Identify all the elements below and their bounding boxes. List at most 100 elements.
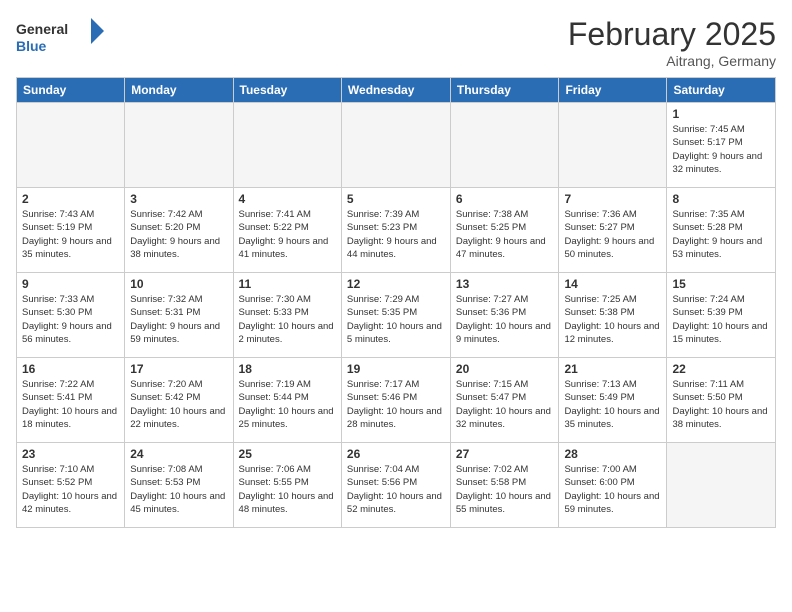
- day-number: 18: [239, 362, 336, 376]
- day-number: 21: [564, 362, 661, 376]
- day-info: Sunrise: 7:29 AM Sunset: 5:35 PM Dayligh…: [347, 293, 445, 346]
- day-number: 2: [22, 192, 119, 206]
- day-cell: 8 Sunrise: 7:35 AM Sunset: 5:28 PM Daylig…: [667, 188, 776, 273]
- day-number: 8: [672, 192, 770, 206]
- day-info: Sunrise: 7:19 AM Sunset: 5:44 PM Dayligh…: [239, 378, 336, 431]
- day-cell: [559, 103, 667, 188]
- day-cell: 4 Sunrise: 7:41 AM Sunset: 5:22 PM Daylig…: [233, 188, 341, 273]
- weekday-header-saturday: Saturday: [667, 78, 776, 103]
- day-number: 5: [347, 192, 445, 206]
- weekday-header-wednesday: Wednesday: [341, 78, 450, 103]
- day-cell: 6 Sunrise: 7:38 AM Sunset: 5:25 PM Daylig…: [450, 188, 559, 273]
- day-number: 16: [22, 362, 119, 376]
- day-cell: 22 Sunrise: 7:11 AM Sunset: 5:50 PM Dayli…: [667, 358, 776, 443]
- day-info: Sunrise: 7:00 AM Sunset: 6:00 PM Dayligh…: [564, 463, 661, 516]
- day-info: Sunrise: 7:39 AM Sunset: 5:23 PM Dayligh…: [347, 208, 445, 261]
- day-number: 7: [564, 192, 661, 206]
- calendar: SundayMondayTuesdayWednesdayThursdayFrid…: [16, 77, 776, 528]
- day-number: 13: [456, 277, 554, 291]
- day-info: Sunrise: 7:35 AM Sunset: 5:28 PM Dayligh…: [672, 208, 770, 261]
- day-info: Sunrise: 7:10 AM Sunset: 5:52 PM Dayligh…: [22, 463, 119, 516]
- day-info: Sunrise: 7:30 AM Sunset: 5:33 PM Dayligh…: [239, 293, 336, 346]
- day-info: Sunrise: 7:08 AM Sunset: 5:53 PM Dayligh…: [130, 463, 227, 516]
- title-block: February 2025 Aitrang, Germany: [568, 16, 776, 69]
- day-cell: 20 Sunrise: 7:15 AM Sunset: 5:47 PM Dayli…: [450, 358, 559, 443]
- day-info: Sunrise: 7:06 AM Sunset: 5:55 PM Dayligh…: [239, 463, 336, 516]
- day-info: Sunrise: 7:02 AM Sunset: 5:58 PM Dayligh…: [456, 463, 554, 516]
- day-cell: 21 Sunrise: 7:13 AM Sunset: 5:49 PM Dayli…: [559, 358, 667, 443]
- day-number: 20: [456, 362, 554, 376]
- day-cell: 3 Sunrise: 7:42 AM Sunset: 5:20 PM Daylig…: [125, 188, 233, 273]
- month-year: February 2025: [568, 16, 776, 53]
- day-cell: 9 Sunrise: 7:33 AM Sunset: 5:30 PM Daylig…: [17, 273, 125, 358]
- logo-svg: General Blue: [16, 16, 106, 56]
- day-info: Sunrise: 7:17 AM Sunset: 5:46 PM Dayligh…: [347, 378, 445, 431]
- day-info: Sunrise: 7:15 AM Sunset: 5:47 PM Dayligh…: [456, 378, 554, 431]
- week-row-1: 1Sunrise: 7:45 AM Sunset: 5:17 PM Daylig…: [17, 103, 776, 188]
- day-info: Sunrise: 7:11 AM Sunset: 5:50 PM Dayligh…: [672, 378, 770, 431]
- day-info: Sunrise: 7:43 AM Sunset: 5:19 PM Dayligh…: [22, 208, 119, 261]
- day-info: Sunrise: 7:25 AM Sunset: 5:38 PM Dayligh…: [564, 293, 661, 346]
- day-cell: 11 Sunrise: 7:30 AM Sunset: 5:33 PM Dayli…: [233, 273, 341, 358]
- day-cell: 25 Sunrise: 7:06 AM Sunset: 5:55 PM Dayli…: [233, 443, 341, 528]
- day-info: Sunrise: 7:38 AM Sunset: 5:25 PM Dayligh…: [456, 208, 554, 261]
- day-number: 12: [347, 277, 445, 291]
- day-cell: 12 Sunrise: 7:29 AM Sunset: 5:35 PM Dayli…: [341, 273, 450, 358]
- day-cell: 16 Sunrise: 7:22 AM Sunset: 5:41 PM Dayli…: [17, 358, 125, 443]
- day-cell: 26 Sunrise: 7:04 AM Sunset: 5:56 PM Dayli…: [341, 443, 450, 528]
- location: Aitrang, Germany: [568, 53, 776, 69]
- day-number: 11: [239, 277, 336, 291]
- day-number: 17: [130, 362, 227, 376]
- week-row-2: 2 Sunrise: 7:43 AM Sunset: 5:19 PM Daylig…: [17, 188, 776, 273]
- weekday-header-tuesday: Tuesday: [233, 78, 341, 103]
- day-number: 15: [672, 277, 770, 291]
- day-number: 26: [347, 447, 445, 461]
- day-info: Sunrise: 7:42 AM Sunset: 5:20 PM Dayligh…: [130, 208, 227, 261]
- day-cell: 17 Sunrise: 7:20 AM Sunset: 5:42 PM Dayli…: [125, 358, 233, 443]
- page-header: General Blue February 2025 Aitrang, Germ…: [16, 16, 776, 69]
- day-number: 25: [239, 447, 336, 461]
- day-number: 3: [130, 192, 227, 206]
- day-info: Sunrise: 7:32 AM Sunset: 5:31 PM Dayligh…: [130, 293, 227, 346]
- day-cell: 23Sunrise: 7:10 AM Sunset: 5:52 PM Dayli…: [17, 443, 125, 528]
- weekday-header-friday: Friday: [559, 78, 667, 103]
- day-cell: [450, 103, 559, 188]
- week-row-5: 23Sunrise: 7:10 AM Sunset: 5:52 PM Dayli…: [17, 443, 776, 528]
- day-cell: 1Sunrise: 7:45 AM Sunset: 5:17 PM Daylig…: [667, 103, 776, 188]
- day-cell: [125, 103, 233, 188]
- day-cell: 13 Sunrise: 7:27 AM Sunset: 5:36 PM Dayli…: [450, 273, 559, 358]
- day-cell: 2 Sunrise: 7:43 AM Sunset: 5:19 PM Daylig…: [17, 188, 125, 273]
- day-number: 22: [672, 362, 770, 376]
- day-cell: 5 Sunrise: 7:39 AM Sunset: 5:23 PM Daylig…: [341, 188, 450, 273]
- day-cell: 19Sunrise: 7:17 AM Sunset: 5:46 PM Dayli…: [341, 358, 450, 443]
- day-number: 27: [456, 447, 554, 461]
- day-cell: 7 Sunrise: 7:36 AM Sunset: 5:27 PM Daylig…: [559, 188, 667, 273]
- day-info: Sunrise: 7:22 AM Sunset: 5:41 PM Dayligh…: [22, 378, 119, 431]
- day-number: 6: [456, 192, 554, 206]
- logo: General Blue: [16, 16, 106, 56]
- day-cell: 18 Sunrise: 7:19 AM Sunset: 5:44 PM Dayli…: [233, 358, 341, 443]
- week-row-3: 9 Sunrise: 7:33 AM Sunset: 5:30 PM Daylig…: [17, 273, 776, 358]
- day-info: Sunrise: 7:41 AM Sunset: 5:22 PM Dayligh…: [239, 208, 336, 261]
- day-info: Sunrise: 7:20 AM Sunset: 5:42 PM Dayligh…: [130, 378, 227, 431]
- day-cell: [233, 103, 341, 188]
- day-cell: 28Sunrise: 7:00 AM Sunset: 6:00 PM Dayli…: [559, 443, 667, 528]
- day-info: Sunrise: 7:04 AM Sunset: 5:56 PM Dayligh…: [347, 463, 445, 516]
- svg-text:Blue: Blue: [16, 38, 47, 54]
- day-info: Sunrise: 7:45 AM Sunset: 5:17 PM Dayligh…: [672, 123, 770, 176]
- weekday-header-sunday: Sunday: [17, 78, 125, 103]
- day-info: Sunrise: 7:36 AM Sunset: 5:27 PM Dayligh…: [564, 208, 661, 261]
- day-info: Sunrise: 7:13 AM Sunset: 5:49 PM Dayligh…: [564, 378, 661, 431]
- weekday-header-row: SundayMondayTuesdayWednesdayThursdayFrid…: [17, 78, 776, 103]
- weekday-header-monday: Monday: [125, 78, 233, 103]
- day-cell: 15Sunrise: 7:24 AM Sunset: 5:39 PM Dayli…: [667, 273, 776, 358]
- week-row-4: 16 Sunrise: 7:22 AM Sunset: 5:41 PM Dayli…: [17, 358, 776, 443]
- day-number: 24: [130, 447, 227, 461]
- day-cell: [17, 103, 125, 188]
- day-number: 9: [22, 277, 119, 291]
- day-number: 4: [239, 192, 336, 206]
- day-cell: 24 Sunrise: 7:08 AM Sunset: 5:53 PM Dayli…: [125, 443, 233, 528]
- day-info: Sunrise: 7:27 AM Sunset: 5:36 PM Dayligh…: [456, 293, 554, 346]
- day-info: Sunrise: 7:33 AM Sunset: 5:30 PM Dayligh…: [22, 293, 119, 346]
- day-cell: 14Sunrise: 7:25 AM Sunset: 5:38 PM Dayli…: [559, 273, 667, 358]
